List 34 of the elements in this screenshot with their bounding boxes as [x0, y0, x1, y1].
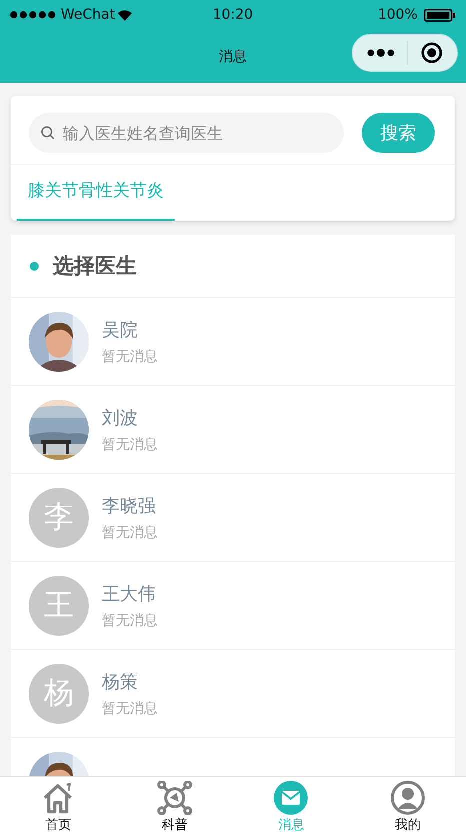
- doctor-name: 杨策: [102, 670, 139, 694]
- doctor-item[interactable]: 刘波 暂无消息: [11, 386, 455, 474]
- doctor-name: 王大伟: [102, 582, 157, 606]
- tab-bar-item[interactable]: 消息: [233, 777, 350, 836]
- message-status: 暂无消息: [102, 612, 158, 630]
- bullet-dot: [30, 262, 39, 270]
- doctor-item[interactable]: 吴院 暂无消息: [11, 298, 455, 386]
- battery-percent: 100%: [378, 7, 418, 23]
- wifi-icon: [118, 10, 132, 20]
- search-icon: [41, 126, 55, 140]
- tab-bar-item[interactable]: 我的: [350, 777, 466, 836]
- more-icon[interactable]: [367, 48, 396, 58]
- message-status: 暂无消息: [102, 436, 158, 454]
- section-title: 选择医生: [53, 253, 137, 280]
- message-status: 暂无消息: [102, 348, 158, 366]
- battery-icon: [424, 8, 456, 22]
- message-status: 暂无消息: [102, 700, 158, 718]
- signal-icon: [10, 11, 58, 19]
- network-megaphone-icon: [156, 781, 193, 815]
- doctor-name: 刘波: [102, 406, 139, 430]
- page-title: 消息: [219, 48, 247, 66]
- carrier-name: WeChat: [61, 7, 116, 23]
- mail-icon: [274, 781, 308, 815]
- search-button[interactable]: 搜索: [362, 113, 435, 153]
- category-tab[interactable]: 膝关节骨性关节炎: [17, 165, 175, 221]
- tab-bar-item[interactable]: 首页: [0, 777, 116, 836]
- search-field[interactable]: 输入医生姓名查询医生: [29, 113, 344, 153]
- doctor-name: 李晓强: [102, 494, 157, 518]
- message-status: 暂无消息: [102, 524, 158, 542]
- doctor-name: 吴院: [102, 318, 139, 342]
- clock-time: 10:20: [212, 7, 254, 23]
- tab-bar-item[interactable]: 科普: [116, 777, 233, 836]
- close-target-icon[interactable]: [420, 42, 443, 64]
- user-icon: [390, 781, 425, 815]
